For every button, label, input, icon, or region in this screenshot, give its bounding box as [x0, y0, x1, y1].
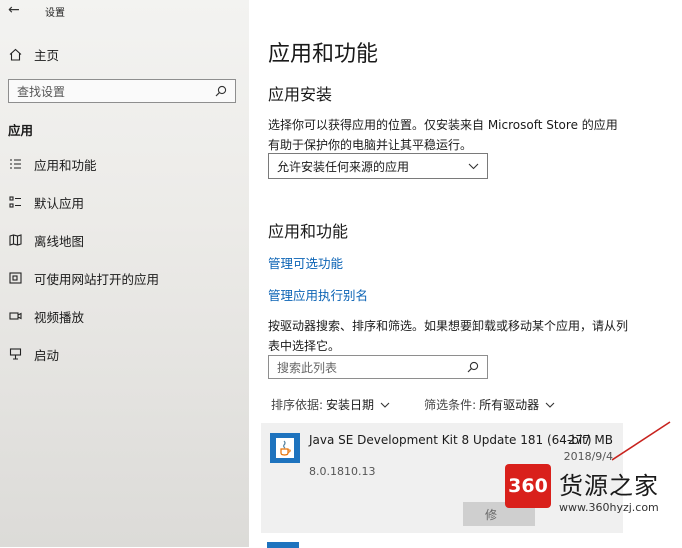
- section-label-apps: 应用: [8, 123, 34, 138]
- sidebar-item-websites-apps[interactable]: 可使用网站打开的应用: [8, 268, 159, 288]
- dropdown-value: 允许安装任何来源的应用: [277, 159, 410, 174]
- watermark-url: www.360hyzj.com: [559, 501, 659, 514]
- next-app-icon: [267, 542, 299, 548]
- home-label: 主页: [34, 47, 60, 63]
- sidebar-item-video-playback[interactable]: 视频播放: [8, 306, 84, 326]
- app-size: 277 MB: [567, 433, 613, 447]
- page-title: 应用和功能: [268, 42, 379, 67]
- sidebar-item-label: 启动: [34, 347, 60, 363]
- video-playback-icon: [8, 310, 22, 322]
- java-app-icon: [270, 433, 300, 463]
- app-version: 8.0.1810.13: [309, 465, 376, 478]
- home-icon: [8, 48, 22, 61]
- websites-apps-icon: [8, 272, 22, 284]
- install-heading: 应用安装: [268, 85, 333, 104]
- apps-list-icon: [8, 158, 22, 170]
- sidebar-item-label: 默认应用: [34, 195, 85, 211]
- back-arrow-icon[interactable]: ←: [8, 2, 20, 18]
- chevron-down-icon: [380, 402, 390, 408]
- watermark-logo: 360: [505, 464, 551, 508]
- filter-dropdown[interactable]: 筛选条件: 所有驱动器: [424, 396, 555, 413]
- sidebar-item-offline-maps[interactable]: 离线地图: [8, 230, 84, 250]
- filter-value: 所有驱动器: [479, 398, 540, 412]
- chevron-down-icon: [468, 163, 479, 169]
- chevron-down-icon: [545, 402, 555, 408]
- list-description: 按驱动器搜索、排序和筛选。如果想要卸载或移动某个应用，请从列表中选择它。: [268, 319, 629, 353]
- filter-label: 筛选条件:: [424, 398, 477, 412]
- sidebar-item-startup[interactable]: 启动: [8, 344, 59, 364]
- offline-maps-icon: [8, 234, 22, 246]
- manage-app-alias-link[interactable]: 管理应用执行别名: [268, 285, 368, 304]
- search-icon[interactable]: [215, 85, 227, 97]
- sidebar-item-label: 可使用网站打开的应用: [34, 271, 160, 287]
- sidebar-item-default-apps[interactable]: 默认应用: [8, 192, 84, 212]
- sidebar-item-label: 应用和功能: [34, 157, 97, 173]
- settings-search-input[interactable]: 查找设置: [8, 79, 236, 103]
- manage-optional-features-link[interactable]: 管理可选功能: [268, 253, 343, 272]
- default-apps-icon: [8, 196, 22, 208]
- sidebar-item-label: 离线地图: [34, 233, 85, 249]
- app-list-search-input[interactable]: 搜索此列表: [268, 355, 488, 379]
- list-search-placeholder: 搜索此列表: [277, 360, 338, 375]
- app-name: Java SE Development Kit 8 Update 181 (64…: [309, 433, 592, 447]
- annotation-line: [612, 421, 671, 461]
- window-title: 设置: [45, 8, 65, 19]
- sort-filter-row: 排序依据: 安装日期 筛选条件: 所有驱动器: [271, 396, 589, 413]
- apps-features-heading: 应用和功能: [268, 222, 349, 241]
- search-icon[interactable]: [467, 361, 479, 373]
- sort-label: 排序依据:: [271, 398, 324, 412]
- settings-search-placeholder: 查找设置: [17, 84, 66, 99]
- sort-value: 安装日期: [326, 398, 375, 412]
- sidebar-item-home[interactable]: 主页: [8, 44, 59, 64]
- watermark-name: 货源之家: [559, 472, 659, 500]
- watermark: 360 货源之家 www.360hyzj.com: [505, 462, 682, 522]
- sidebar-item-apps-features[interactable]: 应用和功能: [8, 154, 97, 174]
- sort-dropdown[interactable]: 排序依据: 安装日期: [271, 396, 390, 413]
- sidebar-item-label: 视频播放: [34, 309, 85, 325]
- title-bar: ← 设置: [0, 0, 249, 22]
- startup-icon: [8, 348, 22, 360]
- install-description: 选择你可以获得应用的位置。仅安装来自 Microsoft Store 的应用有助…: [268, 118, 618, 152]
- install-source-dropdown[interactable]: 允许安装任何来源的应用: [268, 153, 488, 179]
- sidebar: ← 设置 主页 查找设置 应用 应用和功能 默认应用 离线地图 可使用网站打开的: [0, 0, 249, 547]
